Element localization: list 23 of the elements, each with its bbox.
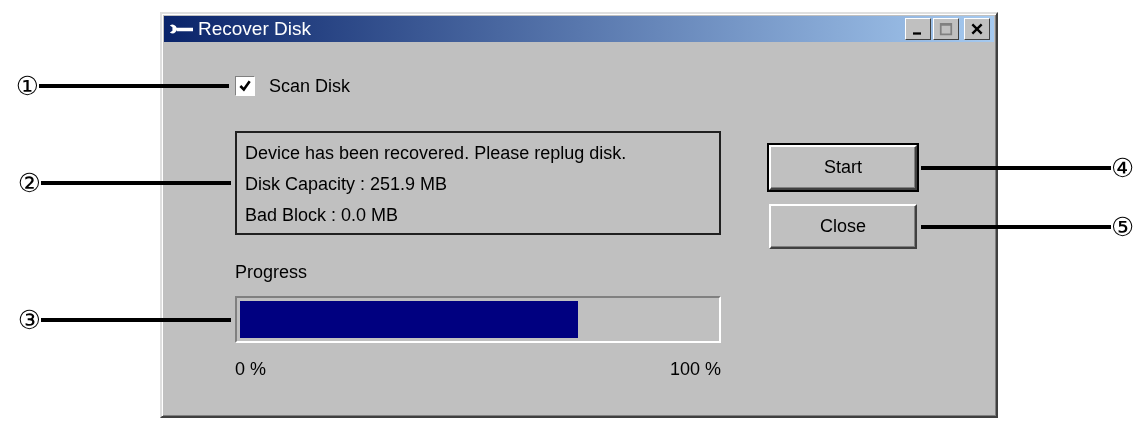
close-dialog-button[interactable]: Close <box>769 204 917 249</box>
minimize-button[interactable] <box>905 18 931 40</box>
callout-number: ② <box>17 170 41 196</box>
minimize-icon <box>912 32 921 35</box>
callout-number: ④ <box>1111 154 1135 181</box>
scan-disk-checkbox[interactable] <box>235 76 255 96</box>
progress-label: Progress <box>235 262 308 283</box>
close-button[interactable] <box>964 18 990 40</box>
callout-number: ③ <box>17 306 41 333</box>
scale-max-label: 100 % <box>669 359 721 380</box>
start-button[interactable]: Start <box>769 145 917 190</box>
scale-min-label: 0 % <box>235 359 267 380</box>
close-icon <box>970 22 984 36</box>
status-text: Device has been recovered. Please replug disk. <box>245 142 627 165</box>
maximize-icon <box>939 22 953 36</box>
maximize-button[interactable] <box>933 18 959 40</box>
callout-number: ① <box>15 73 39 99</box>
window-title: Recover Disk <box>198 18 311 40</box>
callout-number: ⑤ <box>1111 213 1135 240</box>
checkbox-label: Scan Disk <box>269 75 351 97</box>
wrench-icon <box>168 23 194 35</box>
status-text: Disk Capacity : 251.9 MB <box>245 173 448 196</box>
status-text: Bad Block : 0.0 MB <box>245 204 399 227</box>
